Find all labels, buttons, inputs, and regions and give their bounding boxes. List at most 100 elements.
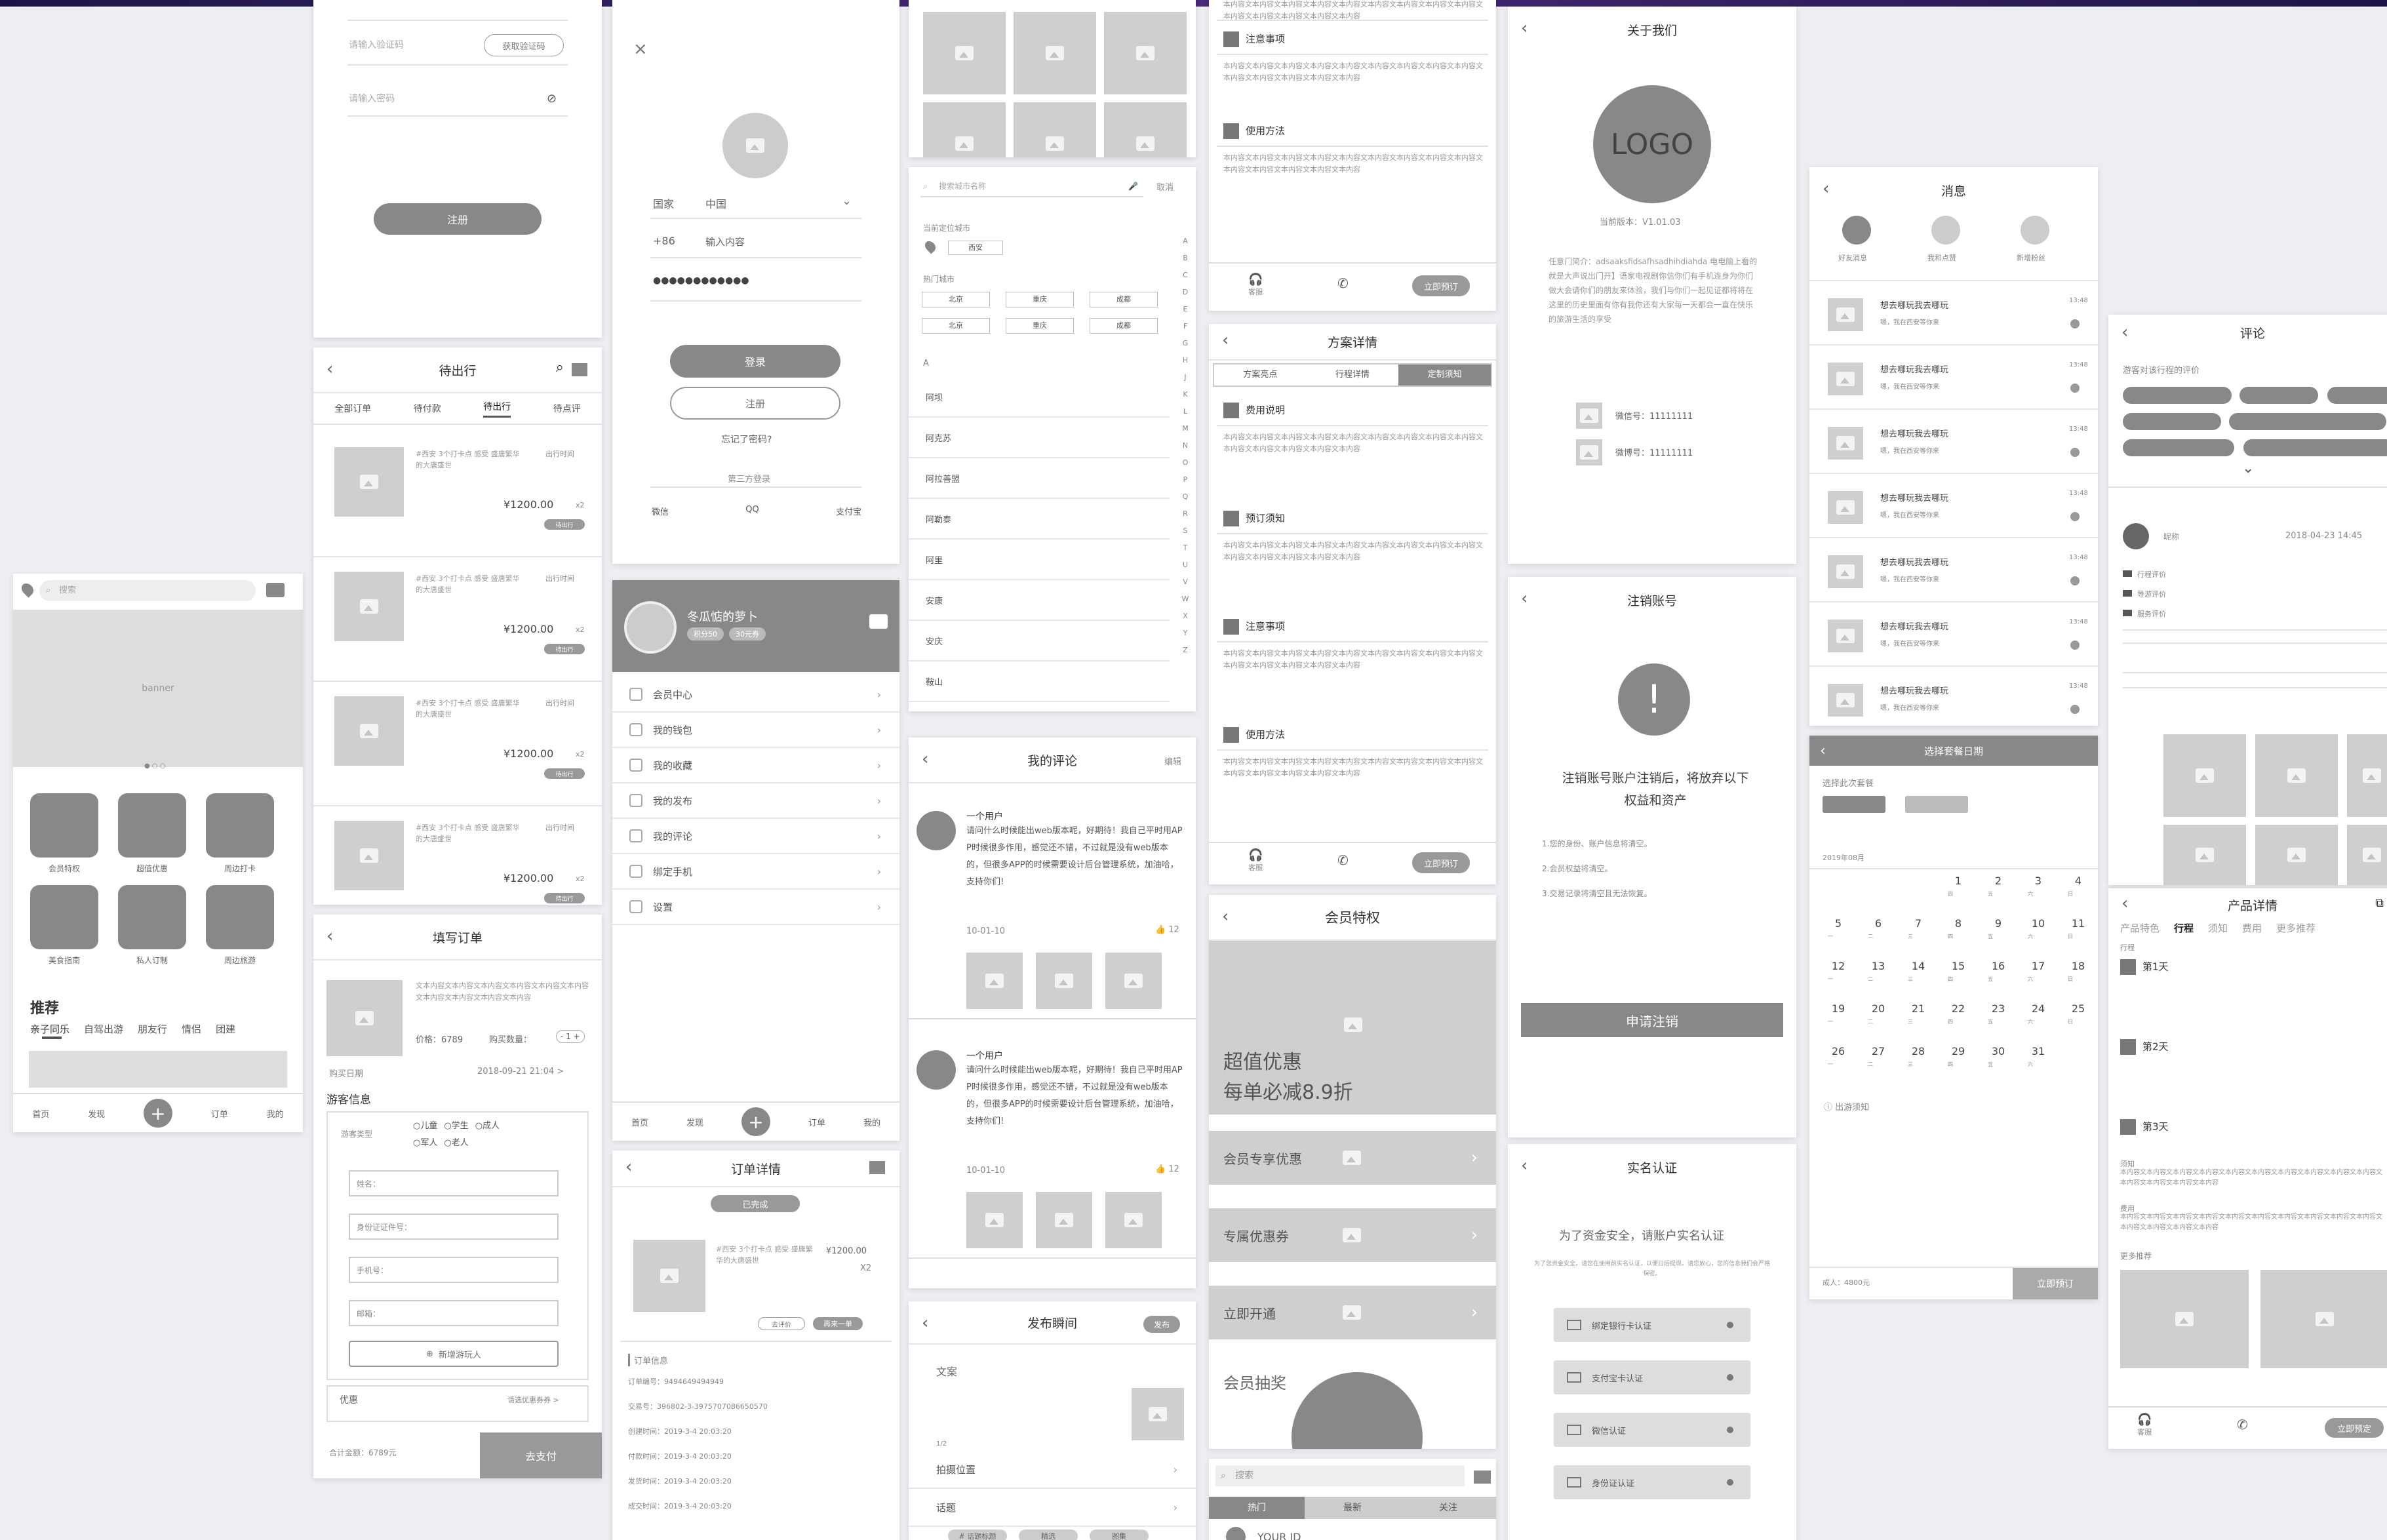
index-letter[interactable]: T: [1179, 540, 1192, 557]
recommend-tab[interactable]: 团建: [216, 1022, 235, 1036]
calendar-day[interactable]: 18: [2065, 960, 2091, 972]
add-button[interactable]: +: [143, 1099, 172, 1128]
product-tab[interactable]: 费用: [2242, 921, 2262, 935]
tourist-field[interactable]: 身份证证件号：: [349, 1214, 559, 1240]
index-letter[interactable]: A: [1179, 233, 1192, 250]
message-avatar[interactable]: [1828, 491, 1863, 524]
calendar-day[interactable]: 20: [1865, 1002, 1891, 1015]
profile-menu-item[interactable]: 设置 ›: [612, 890, 899, 925]
order-card[interactable]: #西安 3个打卡点 感受 盛唐繁华的大唐盛世 出行时间 ¥1200.00 x2 待出行: [313, 688, 602, 806]
profile-menu-item[interactable]: 我的评论 ›: [612, 819, 899, 854]
product-tab[interactable]: 须知: [2208, 921, 2228, 935]
order-tab[interactable]: 待点评: [553, 402, 581, 415]
recommend-tab[interactable]: 自驾出游: [84, 1022, 123, 1036]
back-icon[interactable]: ‹: [1222, 330, 1229, 350]
comment-photo[interactable]: [1036, 953, 1092, 1009]
phone-icon[interactable]: ✆: [2237, 1417, 2248, 1432]
like-button[interactable]: 👍 12: [1155, 1164, 1179, 1174]
index-letter[interactable]: H: [1179, 352, 1192, 369]
nav-item[interactable]: 订单: [808, 1116, 825, 1128]
recommend-image[interactable]: [2120, 1270, 2249, 1368]
recommend-card[interactable]: [29, 1051, 287, 1088]
discover-tab[interactable]: 热门: [1209, 1497, 1305, 1519]
review-tag[interactable]: [2239, 387, 2318, 404]
message-type-icon[interactable]: [1842, 216, 1871, 245]
vip-row[interactable]: 会员专享优惠 ›: [1209, 1131, 1496, 1185]
calendar-day[interactable]: 4: [2065, 875, 2091, 887]
search-icon[interactable]: ⌕: [556, 359, 564, 376]
photo[interactable]: [1104, 102, 1187, 157]
message-icon[interactable]: [1474, 1471, 1491, 1484]
index-letter[interactable]: J: [1179, 369, 1192, 386]
service-button[interactable]: 🎧 客服: [2137, 1413, 2152, 1437]
city-list-item[interactable]: 阿克苏: [909, 418, 1170, 458]
review-photo[interactable]: [2163, 734, 2246, 817]
country-value[interactable]: 中国: [705, 195, 726, 211]
photo[interactable]: [923, 12, 1006, 94]
review-tag[interactable]: [2123, 387, 2232, 404]
calendar-day[interactable]: 10: [2025, 917, 2051, 930]
order-tab[interactable]: 待付款: [414, 402, 441, 415]
calendar-day[interactable]: 26: [1825, 1045, 1851, 1057]
located-city-button[interactable]: 西安: [948, 241, 1003, 255]
city-list-item[interactable]: 阿勒泰: [909, 499, 1170, 540]
lottery-wheel[interactable]: [1292, 1372, 1423, 1449]
profile-menu-item[interactable]: 会员中心 ›: [612, 677, 899, 713]
topic-tag[interactable]: 精选: [1019, 1530, 1078, 1540]
product-image[interactable]: [334, 447, 404, 517]
order-card[interactable]: #西安 3个打卡点 感受 盛唐繁华的大唐盛世 出行时间 ¥1200.00 x2 待出行: [313, 564, 602, 682]
recommend-tab[interactable]: 情侣: [182, 1022, 201, 1036]
message-avatar[interactable]: [1828, 684, 1863, 717]
message-avatar[interactable]: [1828, 620, 1863, 652]
vip-row[interactable]: 立即开通 ›: [1209, 1286, 1496, 1339]
calendar-day[interactable]: 11: [2065, 917, 2091, 930]
avatar[interactable]: [1226, 1527, 1246, 1540]
city-list-item[interactable]: 阿里: [909, 540, 1170, 580]
order-card[interactable]: #西安 3个打卡点 感受 盛唐繁华的大唐盛世 出行时间 ¥1200.00 x2 待出行: [313, 439, 602, 557]
edit-button[interactable]: 编辑: [1164, 755, 1181, 767]
cancel-button[interactable]: 取消: [1156, 180, 1174, 193]
book-button[interactable]: 立即预订: [1412, 852, 1470, 873]
add-tourist-button[interactable]: ⊕ 新增游玩人: [349, 1341, 559, 1367]
calendar-day[interactable]: 9: [1985, 917, 2011, 930]
calendar-day[interactable]: 3: [2025, 875, 2051, 887]
message-avatar[interactable]: [1828, 555, 1863, 588]
review-photo[interactable]: [2347, 825, 2387, 885]
hot-city-button[interactable]: 重庆: [1006, 318, 1074, 334]
calendar-day[interactable]: 6: [1865, 917, 1891, 930]
calendar-day[interactable]: 27: [1865, 1045, 1891, 1057]
city-list-item[interactable]: 阿坝: [909, 377, 1170, 418]
location-row[interactable]: 拍摄位置 ›: [909, 1451, 1196, 1489]
add-button[interactable]: +: [741, 1107, 770, 1136]
index-letter[interactable]: S: [1179, 523, 1192, 540]
home-icon-5[interactable]: [118, 885, 186, 949]
message-icon[interactable]: [869, 614, 888, 629]
message-item[interactable]: 想去哪玩我去哪玩 嗯，我在西安等你来 13:48: [1809, 344, 2098, 408]
topic-row[interactable]: 话题 ›: [909, 1489, 1196, 1527]
photo[interactable]: [923, 102, 1006, 157]
index-letter[interactable]: U: [1179, 557, 1192, 574]
back-icon[interactable]: ‹: [326, 926, 333, 946]
calendar-day[interactable]: 15: [1945, 960, 1971, 972]
add-photo-button[interactable]: [1132, 1388, 1184, 1440]
calendar-day[interactable]: 25: [2065, 1002, 2091, 1015]
nav-item[interactable]: 发现: [88, 1107, 105, 1120]
calendar-day[interactable]: 19: [1825, 1002, 1851, 1015]
city-list-item[interactable]: 阿拉善盟: [909, 458, 1170, 499]
third-party-1[interactable]: 微信: [652, 505, 669, 517]
topic-tag[interactable]: 图集: [1090, 1530, 1149, 1540]
recommend-image[interactable]: [2260, 1270, 2387, 1368]
search-box[interactable]: ⌕ 搜索: [39, 580, 256, 601]
tourist-type-radio[interactable]: ○儿童: [413, 1121, 437, 1131]
recommend-tab[interactable]: 亲子同乐: [30, 1022, 69, 1036]
realname-item[interactable]: 身份证认证: [1554, 1465, 1750, 1499]
index-letter[interactable]: L: [1179, 403, 1192, 420]
realname-item[interactable]: 支付宝卡认证: [1554, 1360, 1750, 1394]
message-item[interactable]: 想去哪玩我去哪玩 嗯，我在西安等你来 13:48: [1809, 473, 2098, 537]
index-letter[interactable]: D: [1179, 284, 1192, 301]
index-letter[interactable]: F: [1179, 318, 1192, 335]
order-card[interactable]: #西安 3个打卡点 感受 盛唐繁华的大唐盛世 出行时间 ¥1200.00 x2 待出行: [313, 813, 602, 905]
product-tab[interactable]: 产品特色: [2120, 921, 2160, 935]
index-letter[interactable]: E: [1179, 301, 1192, 318]
city-search-input[interactable]: ⌕ 搜索城市名称 🎤: [920, 176, 1143, 197]
